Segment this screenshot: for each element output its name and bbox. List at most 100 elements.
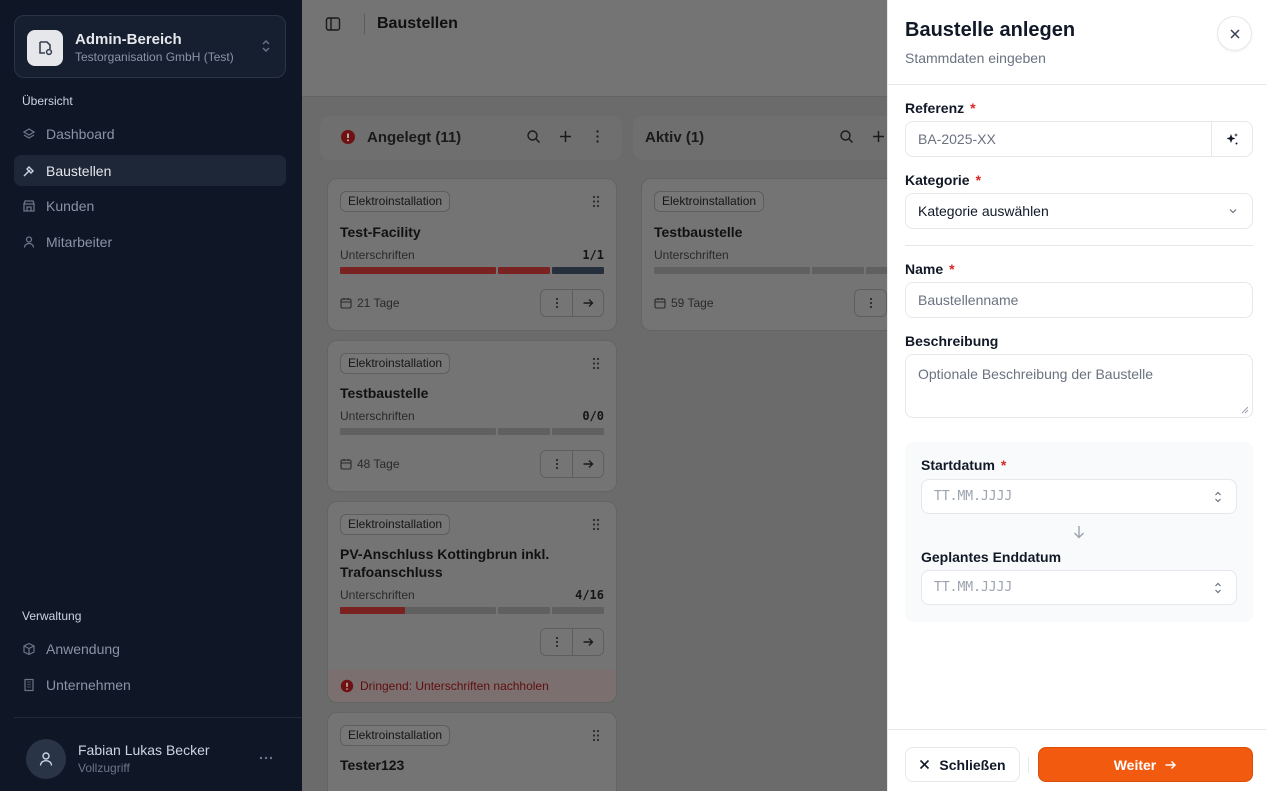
- sidebar-item-baustellen[interactable]: Baustellen: [14, 155, 286, 186]
- progress-segment: [498, 267, 550, 274]
- progress-segment: [340, 267, 496, 274]
- sidebar-item-dashboard[interactable]: Dashboard: [14, 118, 286, 149]
- divider: [905, 245, 1253, 246]
- schliessen-button[interactable]: Schließen: [905, 747, 1020, 782]
- sidebar: Admin-Bereich Testorganisation GmbH (Tes…: [0, 0, 302, 791]
- plus-icon[interactable]: [558, 129, 573, 144]
- calendar-icon: [654, 297, 666, 309]
- chevrons-up-down-icon: [1214, 490, 1222, 504]
- close-icon: [1229, 28, 1240, 39]
- arrow-down-icon: [1072, 524, 1086, 540]
- generate-reference-button[interactable]: [1211, 122, 1252, 156]
- beschreibung-label: Beschreibung: [905, 333, 999, 349]
- grip-icon[interactable]: [592, 729, 600, 742]
- category-tag: Elektroinstallation: [340, 514, 451, 535]
- date-range-group: Startdatum * TT.MM.JJJJ Geplantes Enddatu…: [905, 442, 1253, 622]
- project-card[interactable]: Elektroinstallation PV-Anschluss Kotting…: [327, 501, 617, 703]
- search-icon[interactable]: [526, 129, 541, 144]
- progress-segment: [654, 267, 810, 274]
- project-card[interactable]: Elektroinstallation Testbaustelle Unters…: [327, 340, 617, 492]
- signatures-count: 1/1: [582, 248, 604, 262]
- arrow-right-icon[interactable]: [572, 290, 603, 316]
- sidebar-item-unternehmen[interactable]: Unternehmen: [14, 669, 286, 700]
- progress-fill: [340, 607, 405, 614]
- name-input[interactable]: Baustellenname: [905, 282, 1253, 318]
- alert-circle-icon: [340, 679, 354, 693]
- calendar-icon: [340, 297, 352, 309]
- page-title: Baustellen: [377, 15, 458, 32]
- sidebar-item-label: Baustellen: [46, 162, 112, 179]
- more-vertical-icon[interactable]: [541, 290, 572, 316]
- arrow-right-icon[interactable]: [572, 629, 603, 655]
- startdatum-label: Startdatum *: [921, 457, 1007, 473]
- project-card[interactable]: Elektroinstallation Tester123: [327, 712, 617, 791]
- sparkles-icon: [1226, 133, 1238, 145]
- arrow-right-icon[interactable]: [572, 451, 603, 477]
- referenz-input[interactable]: BA-2025-XX: [905, 121, 1253, 157]
- startdatum-input[interactable]: TT.MM.JJJJ: [921, 479, 1237, 514]
- column-title: Angelegt (11): [367, 129, 462, 146]
- building-icon: [22, 678, 36, 692]
- close-icon: [920, 759, 930, 770]
- grip-icon[interactable]: [592, 195, 600, 208]
- alert-circle-icon: [340, 129, 356, 145]
- progress-segment: [552, 428, 604, 435]
- more-vertical-icon[interactable]: [590, 129, 605, 144]
- weiter-button[interactable]: Weiter: [1038, 747, 1253, 782]
- kategorie-select[interactable]: Kategorie auswählen: [905, 193, 1253, 229]
- resize-handle-icon[interactable]: [1241, 406, 1249, 414]
- layers-icon: [22, 127, 36, 141]
- org-title: Admin-Bereich: [75, 31, 182, 48]
- category-tag: Elektroinstallation: [654, 191, 765, 212]
- sidebar-item-anwendung[interactable]: Anwendung: [14, 633, 286, 664]
- divider: [14, 717, 302, 718]
- user-icon: [22, 235, 36, 249]
- signatures-label: Unterschriften: [340, 588, 415, 602]
- card-title: Test-Facility: [340, 224, 421, 240]
- progress-segment: [498, 428, 550, 435]
- store-icon: [22, 199, 36, 213]
- sidebar-item-kunden[interactable]: Kunden: [14, 190, 286, 221]
- sidebar-item-label: Unternehmen: [46, 676, 131, 693]
- org-logo-icon: [27, 30, 63, 66]
- enddatum-label: Geplantes Enddatum: [921, 549, 1062, 565]
- avatar[interactable]: [26, 739, 66, 779]
- calendar-icon: [340, 458, 352, 470]
- signatures-label: Unterschriften: [654, 248, 729, 262]
- grip-icon[interactable]: [592, 518, 600, 531]
- org-subtitle: Testorganisation GmbH (Test): [75, 50, 234, 64]
- grip-icon[interactable]: [592, 357, 600, 370]
- section-admin-label: Verwaltung: [22, 609, 82, 623]
- signatures-count: 4/16: [575, 588, 604, 602]
- sidebar-item-mitarbeiter[interactable]: Mitarbeiter: [14, 226, 286, 257]
- duration: 48 Tage: [340, 457, 400, 471]
- divider: [1028, 757, 1029, 773]
- user-role: Vollzugriff: [78, 761, 130, 775]
- search-icon[interactable]: [839, 129, 854, 144]
- more-vertical-icon[interactable]: [541, 629, 572, 655]
- more-vertical-icon[interactable]: [855, 290, 886, 316]
- card-actions: [540, 289, 604, 317]
- signatures-label: Unterschriften: [340, 409, 415, 423]
- progress-segment: [340, 428, 496, 435]
- signatures-count: 0/0: [582, 409, 604, 423]
- drawer-footer: Schließen Weiter: [888, 729, 1266, 791]
- progress-segment: [812, 267, 864, 274]
- more-horizontal-icon[interactable]: [258, 750, 274, 766]
- beschreibung-textarea[interactable]: Optionale Beschreibung der Baustelle: [905, 354, 1253, 418]
- column-title: Aktiv (1): [645, 129, 705, 146]
- close-button[interactable]: [1217, 16, 1252, 51]
- chevrons-up-down-icon: [1214, 581, 1222, 595]
- column-header-angelegt: Angelegt (11): [320, 116, 622, 160]
- arrow-right-icon: [1165, 760, 1177, 769]
- plus-icon[interactable]: [871, 129, 886, 144]
- chevron-down-icon: [1228, 206, 1238, 216]
- sidebar-toggle-icon[interactable]: [325, 16, 341, 32]
- chevrons-up-down-icon: [261, 38, 271, 54]
- more-vertical-icon[interactable]: [541, 451, 572, 477]
- user-avatar-icon: [39, 752, 53, 766]
- project-card[interactable]: Elektroinstallation Test-Facility Unters…: [327, 178, 617, 331]
- progress-segment: [552, 267, 604, 274]
- org-switcher[interactable]: Admin-Bereich Testorganisation GmbH (Tes…: [14, 15, 286, 78]
- enddatum-input[interactable]: TT.MM.JJJJ: [921, 570, 1237, 605]
